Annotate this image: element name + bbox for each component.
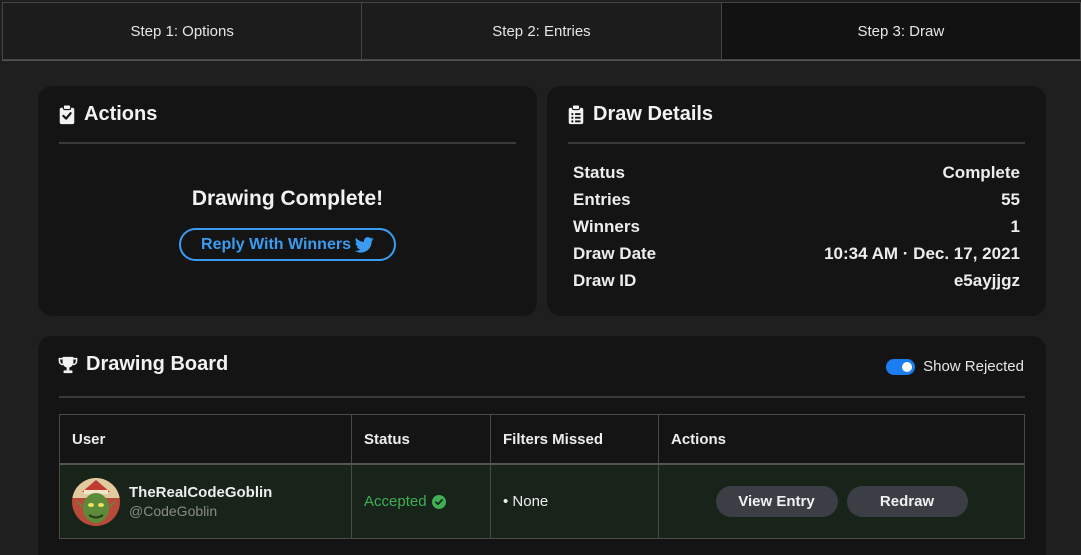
table-header: User Status Filters Missed Actions [60, 415, 1024, 465]
draw-details-card: Draw Details Status Complete Entries 55 … [547, 86, 1046, 316]
show-rejected-label: Show Rejected [923, 358, 1024, 375]
detail-row-winners: Winners 1 [573, 217, 1020, 237]
board-header: Drawing Board [58, 353, 228, 376]
table-row: TheRealCodeGoblin @CodeGoblin Accepted •… [60, 465, 1024, 538]
reply-button-label: Reply With Winners [201, 235, 351, 253]
actions-divider [59, 142, 516, 144]
show-rejected-toggle[interactable] [886, 358, 916, 375]
detail-value: Complete [942, 163, 1020, 182]
board-divider [59, 396, 1025, 398]
board-title: Drawing Board [86, 353, 229, 375]
detail-label: Status [573, 163, 625, 182]
clipboard-list-icon [568, 104, 584, 124]
detail-label: Entries [573, 190, 631, 209]
check-circle-icon [431, 494, 446, 509]
trophy-icon [58, 356, 78, 373]
column-header-actions: Actions [671, 430, 727, 448]
actions-card: Actions Drawing Complete! Reply With Win… [38, 86, 537, 316]
status-cell: Accepted [352, 465, 491, 538]
reply-with-winners-button[interactable]: Reply With Winners [179, 228, 396, 261]
drawing-board-card: Drawing Board Show Rejected User Status … [38, 336, 1046, 555]
detail-label: Draw ID [573, 271, 637, 290]
column-header-status: Status [352, 415, 491, 463]
detail-row-entries: Entries 55 [573, 190, 1020, 210]
user-info: TheRealCodeGoblin @CodeGoblin [129, 484, 272, 519]
user-handle: @CodeGoblin [129, 503, 218, 519]
twitter-icon [354, 236, 374, 253]
tab-step-entries[interactable]: Step 2: Entries [362, 3, 722, 59]
entries-table: User Status Filters Missed Actions TheRe… [59, 414, 1025, 539]
details-header: Draw Details [567, 103, 713, 126]
redraw-button[interactable]: Redraw [846, 486, 968, 517]
step-tabs: Step 1: Options Step 2: Entries Step 3: … [2, 2, 1081, 60]
column-header-filters: Filters Missed [491, 415, 659, 463]
details-title: Draw Details [593, 103, 714, 125]
tabs-divider [2, 60, 1081, 61]
avatar [72, 477, 120, 526]
column-header-user: User [60, 415, 352, 463]
detail-value: 55 [1001, 190, 1020, 209]
detail-value: 10:34 AM · Dec. 17, 2021 [824, 244, 1020, 263]
tab-step-draw[interactable]: Step 3: Draw [721, 3, 1080, 59]
detail-row-draw-id: Draw ID e5ayjjgz [573, 271, 1020, 291]
filters-missed-cell: • None [491, 465, 659, 538]
detail-value: e5ayjjgz [953, 271, 1020, 290]
goblin-avatar-icon [72, 477, 120, 526]
actions-title: Actions [84, 103, 158, 125]
detail-label: Draw Date [573, 244, 657, 263]
drawing-complete-text: Drawing Complete! [191, 187, 384, 210]
detail-value: 1 [1010, 217, 1020, 236]
detail-row-status: Status Complete [573, 163, 1020, 183]
tab-step-options[interactable]: Step 1: Options [3, 3, 363, 59]
actions-cell: View Entry Redraw [659, 465, 1024, 538]
view-entry-button[interactable]: View Entry [715, 486, 838, 517]
show-rejected-control: Show Rejected [886, 358, 1024, 375]
detail-label: Winners [573, 217, 640, 236]
status-text: Accepted [364, 493, 427, 510]
details-divider [568, 142, 1025, 144]
user-cell: TheRealCodeGoblin @CodeGoblin [60, 465, 352, 538]
user-name[interactable]: TheRealCodeGoblin [129, 484, 272, 501]
detail-row-draw-date: Draw Date 10:34 AM · Dec. 17, 2021 [573, 244, 1020, 264]
actions-header: Actions [58, 103, 157, 126]
clipboard-check-icon [59, 104, 75, 124]
